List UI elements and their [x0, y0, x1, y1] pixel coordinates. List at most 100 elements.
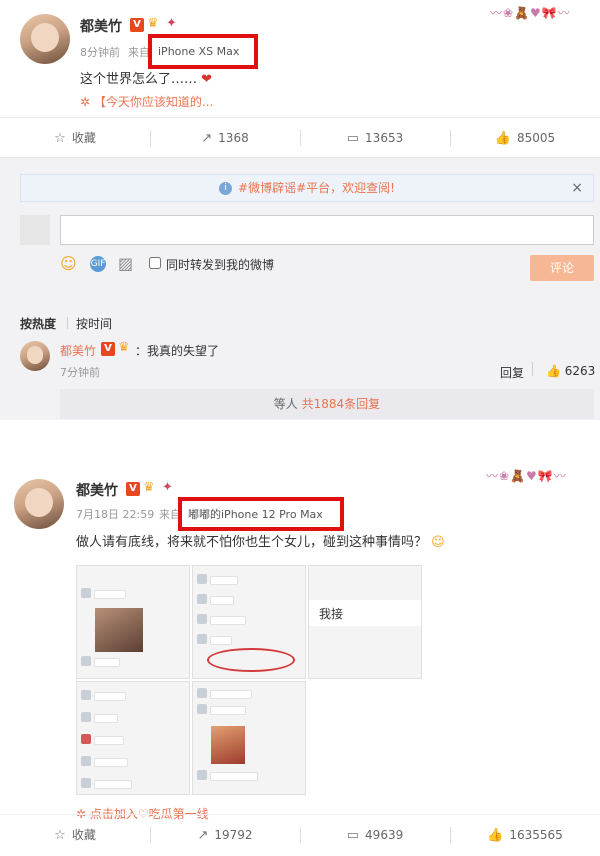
decoration-banner: 〰❀🧸♥🎀〰: [486, 469, 567, 483]
post-text-content: 这个世界怎么了……: [80, 72, 198, 87]
submit-comment-button[interactable]: 评论: [530, 255, 594, 281]
post-card-1: 都美竹 V ♛ ✦ 〰❀🧸♥🎀〰 8分钟前 来自 iPhone XS Max 这…: [0, 0, 600, 158]
like-button[interactable]: 👍 85005: [450, 118, 600, 158]
action-bar: ☆ 收藏 ↗ 1368 ▭ 13653 👍 85005: [0, 117, 600, 158]
username[interactable]: 都美竹: [76, 480, 118, 500]
favorite-button[interactable]: ☆ 收藏: [0, 815, 150, 855]
action-bar: ☆ 收藏 ↗ 19792 ▭ 49639 👍 1635565: [0, 814, 600, 855]
comment-text: ：我真的失望了: [135, 344, 220, 358]
chat-bubble: [210, 772, 258, 781]
rumor-notice-banner[interactable]: i #微博辟谣#平台，欢迎查阅! ×: [20, 174, 594, 202]
post-image-4[interactable]: [76, 681, 190, 795]
chat-photo: [95, 608, 143, 652]
blossom-icon: ✲: [80, 95, 91, 109]
post-time[interactable]: 8分钟前: [80, 44, 120, 60]
like-icon: 👍: [494, 131, 511, 146]
sort-hot-tab[interactable]: 按热度: [20, 315, 56, 332]
image-icon[interactable]: ▨: [118, 254, 133, 273]
chat-avatar: [81, 734, 91, 744]
gif-icon[interactable]: GIF: [90, 256, 106, 272]
post-time[interactable]: 7月18日 22:59: [76, 506, 154, 522]
chat-bubble: [94, 658, 120, 667]
divider: [67, 317, 68, 329]
post-image-1[interactable]: [76, 565, 190, 679]
chat-avatar: [81, 712, 91, 722]
chat-avatar: [197, 634, 207, 644]
decoration-banner: 〰❀🧸♥🎀〰: [490, 6, 571, 20]
favorite-button[interactable]: ☆ 收藏: [0, 118, 150, 158]
verified-badge: V: [130, 18, 144, 32]
chat-avatar: [81, 690, 91, 700]
reply-button[interactable]: 回复: [500, 364, 524, 381]
comment-like-count: 6263: [564, 364, 596, 378]
reply-summary-count: 共1884条回复: [301, 397, 381, 411]
chat-avatar: [81, 756, 91, 766]
comment-button[interactable]: ▭ 13653: [300, 118, 450, 158]
comment-count: 13653: [365, 131, 404, 145]
crown-icon: ♛: [118, 340, 130, 355]
device-source-highlight: iPhone XS Max: [148, 34, 258, 69]
chat-bubble: [94, 714, 118, 723]
avatar[interactable]: [20, 14, 70, 64]
repost-count: 1368: [218, 131, 249, 145]
username[interactable]: 都美竹: [80, 16, 122, 36]
chat-bubble: [210, 596, 234, 605]
chat-bubble: [210, 576, 238, 585]
reply-summary[interactable]: 等人 共1884条回复: [60, 389, 594, 419]
emoji-icon[interactable]: ☺: [60, 254, 77, 273]
comment-icon: ▭: [346, 828, 360, 843]
comment-icon: ▭: [346, 131, 360, 146]
like-count: 85005: [517, 131, 556, 145]
repost-icon: ↗: [201, 131, 213, 146]
chat-photo: [211, 726, 245, 764]
chat-bubble: [210, 706, 246, 715]
forward-label: 同时转发到我的微博: [166, 258, 275, 272]
comment-time: 7分钟前: [60, 366, 100, 379]
red-circle-annotation: [207, 648, 295, 672]
post-image-2[interactable]: [192, 565, 306, 679]
info-icon: i: [219, 182, 233, 195]
post-image-5[interactable]: [192, 681, 306, 795]
chat-bubble: [210, 616, 246, 625]
like-button[interactable]: 👍 1635565: [450, 815, 600, 855]
device-source-highlight: 嘟嘟的iPhone 12 Pro Max: [178, 497, 344, 531]
favorite-label: 收藏: [71, 828, 96, 842]
medal-icon: ✦: [166, 16, 177, 31]
current-user-avatar: [20, 215, 50, 245]
device-name: iPhone XS Max: [158, 45, 240, 58]
reply-summary-prefix: 等人: [273, 397, 298, 411]
repost-button[interactable]: ↗ 1368: [150, 118, 300, 158]
verified-badge: V: [126, 482, 140, 496]
chat-avatar: [81, 656, 91, 666]
chat-avatar: [197, 574, 207, 584]
comment-button[interactable]: ▭ 49639: [300, 815, 450, 855]
chat-bubble: [210, 636, 232, 645]
post-image-3[interactable]: 我接: [308, 565, 422, 679]
comment-like-button[interactable]: 👍 6263: [546, 364, 595, 378]
chat-avatar: [197, 614, 207, 624]
image-overlay-text: 我接: [319, 607, 344, 621]
comment-section: i #微博辟谣#平台，欢迎查阅! × ☺ GIF ▨ 同时转发到我的微博 评论 按…: [0, 158, 600, 420]
chat-bubble: [94, 758, 128, 767]
sort-time-tab[interactable]: 按时间: [76, 315, 112, 332]
spacer: [0, 420, 600, 467]
medal-icon: ✦: [162, 480, 173, 495]
favorite-label: 收藏: [71, 131, 96, 145]
like-icon: 👍: [487, 828, 504, 843]
comment-input[interactable]: [60, 215, 594, 245]
post-text-content: 做人请有底线，将来就不怕你也生个女儿，碰到这种事情吗？: [76, 535, 428, 550]
like-count: 1635565: [509, 828, 563, 842]
comment-avatar[interactable]: [20, 341, 50, 371]
comment-username[interactable]: 都美竹: [60, 342, 96, 359]
smile-emoji-icon: ☺: [431, 535, 445, 550]
post-text: 做人请有底线，将来就不怕你也生个女儿，碰到这种事情吗？ ☺: [76, 531, 445, 550]
forward-checkbox[interactable]: [149, 257, 161, 269]
star-icon: ☆: [54, 131, 66, 146]
repost-button[interactable]: ↗ 19792: [150, 815, 300, 855]
avatar[interactable]: [14, 479, 64, 529]
chat-avatar: [81, 588, 91, 598]
notice-text: #微博辟谣#平台，欢迎查阅!: [238, 181, 395, 195]
close-icon[interactable]: ×: [571, 175, 583, 201]
topic-link[interactable]: ✲ 【今天你应该知道的...: [80, 93, 213, 110]
device-name: 嘟嘟的iPhone 12 Pro Max: [188, 508, 323, 521]
